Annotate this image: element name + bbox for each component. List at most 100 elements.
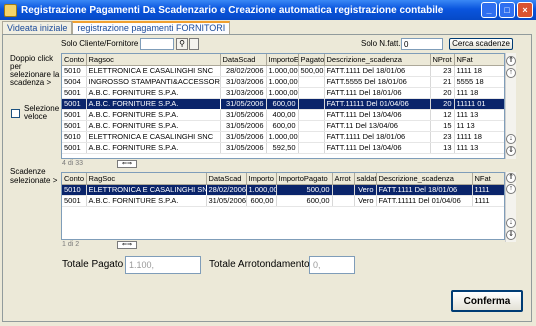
table-cell: 1.000,00 bbox=[266, 131, 299, 143]
column-header[interactable]: DataScad bbox=[220, 54, 267, 66]
column-header[interactable]: NFat bbox=[472, 173, 504, 185]
table-cell: 5555 18 bbox=[454, 76, 504, 88]
minimize-icon[interactable]: _ bbox=[481, 2, 497, 18]
scroll-bottom-icon[interactable]: ⇓ bbox=[506, 230, 516, 240]
table-cell: A.B.C. FORNITURE S.P.A. bbox=[85, 97, 221, 110]
solo-cliente-input[interactable] bbox=[140, 38, 174, 50]
table-cell: 15 bbox=[430, 120, 455, 132]
table-cell bbox=[298, 131, 325, 143]
column-header[interactable]: Conto bbox=[62, 173, 87, 185]
column-header[interactable]: Conto bbox=[62, 54, 87, 66]
table-row[interactable]: 5001 A.B.C. FORNITURE S.P.A. 31/05/2006 400… bbox=[62, 109, 504, 121]
column-header[interactable]: Descrizione_scadenza bbox=[376, 173, 473, 185]
clear-filter-button[interactable] bbox=[189, 38, 199, 50]
totale-arrotondamento-label: Totale Arrotondamento bbox=[209, 259, 310, 270]
column-header[interactable]: ImportoE bbox=[266, 54, 299, 66]
column-header[interactable]: Descrizione_scadenza bbox=[324, 54, 431, 66]
maximize-icon[interactable]: □ bbox=[499, 2, 515, 18]
table-cell: 31/05/2006 bbox=[220, 120, 267, 132]
scroll-up-icon[interactable]: ↑ bbox=[506, 184, 516, 194]
scadenze-grid[interactable]: Conto Ragsoc DataScad ImportoE Pagato Descriz… bbox=[61, 53, 505, 159]
table-cell: 600,00 bbox=[266, 120, 299, 132]
table-row[interactable]: 5001 A.B.C. FORNITURE S.P.A. 31/05/2006 600… bbox=[62, 195, 504, 207]
column-header[interactable]: NProt bbox=[430, 54, 455, 66]
column-header[interactable]: Arrot bbox=[332, 173, 355, 185]
table-cell: 12 bbox=[430, 109, 455, 121]
table-cell: A.B.C. FORNITURE S.P.A. bbox=[86, 195, 207, 207]
table-cell bbox=[298, 120, 325, 132]
table-cell: 31/05/2006 bbox=[220, 131, 267, 143]
cerca-scadenze-button[interactable]: Cerca scadenze bbox=[449, 38, 513, 50]
column-header[interactable]: Importo bbox=[246, 173, 277, 185]
table-row[interactable]: 5001 A.B.C. FORNITURE S.P.A. 31/03/2006 1.0… bbox=[62, 87, 504, 99]
totale-arrotondamento-field[interactable]: 0, bbox=[309, 256, 355, 274]
conferma-button[interactable]: Conferma bbox=[451, 290, 523, 312]
column-header[interactable]: Ragsoc bbox=[86, 54, 221, 66]
tab-videata-iniziale[interactable]: Videata iniziale bbox=[2, 21, 73, 35]
table-cell: 13 bbox=[430, 142, 455, 154]
table-cell: 1111 bbox=[472, 184, 504, 196]
column-header[interactable]: RagSoc bbox=[86, 173, 207, 185]
totale-pagato-field[interactable]: 1.100, bbox=[125, 256, 201, 274]
table-cell: 5010 bbox=[62, 184, 87, 196]
table-row[interactable]: 5001 A.B.C. FORNITURE S.P.A. 31/05/2006 600… bbox=[62, 97, 504, 110]
scroll-up-icon[interactable]: ↑ bbox=[506, 68, 516, 78]
tab-registrazione-pagamenti[interactable]: registrazione pagamenti FORNITORI bbox=[72, 21, 231, 35]
table-cell: 400,00 bbox=[266, 109, 299, 121]
scroll-down-icon[interactable]: ↓ bbox=[506, 218, 516, 228]
solo-nfatt-label: Solo N.fatt. bbox=[361, 39, 401, 48]
table-cell: 1.000,00 bbox=[266, 87, 299, 99]
column-header[interactable]: Pagato bbox=[298, 54, 325, 66]
scroll-bottom-icon[interactable]: ⇓ bbox=[506, 146, 516, 156]
solo-nfatt-input[interactable]: 0 bbox=[401, 38, 443, 50]
table-cell: FATT.11111 Del 01/04/06 bbox=[376, 195, 473, 207]
column-header[interactable]: saldata bbox=[354, 173, 377, 185]
table-cell: 5004 bbox=[62, 76, 87, 88]
table-cell bbox=[332, 195, 355, 207]
close-icon[interactable]: × bbox=[517, 2, 533, 18]
table-cell: FATT.111 Del 18/01/06 bbox=[324, 87, 431, 99]
table-cell bbox=[298, 109, 325, 121]
grid1-record-counter: 4 di 33 bbox=[62, 160, 84, 167]
column-header[interactable]: NFat bbox=[454, 54, 504, 66]
table-cell: 1111 18 bbox=[454, 131, 504, 143]
table-cell: 23 bbox=[430, 65, 455, 77]
scroll-top-icon[interactable]: ⇑ bbox=[506, 173, 516, 183]
table-cell bbox=[298, 87, 325, 99]
app-icon bbox=[4, 3, 17, 17]
table-cell: 1.000,00 bbox=[246, 184, 277, 196]
table-row[interactable]: 5004INGROSSO STAMPANTI&ACCESSORI S.R.L31… bbox=[62, 76, 504, 88]
binoculars-icon[interactable]: ⚲ bbox=[176, 38, 188, 50]
selezionate-scrollbar[interactable]: ⇑ ↑ ↓ ⇓ bbox=[505, 172, 516, 242]
selezionate-grid[interactable]: Conto RagSoc DataScad Importo ImportoPagato A… bbox=[61, 172, 505, 240]
grid2-record-counter: 1 di 2 bbox=[62, 241, 80, 248]
table-cell: FATT.11 Del 13/04/06 bbox=[324, 120, 431, 132]
table-cell: 31/05/2006 bbox=[220, 98, 267, 110]
table-row[interactable]: 5001 A.B.C. FORNITURE S.P.A. 31/05/2006 600… bbox=[62, 120, 504, 132]
table-cell: A.B.C. FORNITURE S.P.A. bbox=[86, 120, 221, 132]
scadenze-scrollbar[interactable]: ⇑ ↑ ↓ ⇓ bbox=[505, 53, 516, 159]
totale-pagato-label: Totale Pagato bbox=[62, 259, 124, 270]
table-cell: FATT.111 Del 13/04/06 bbox=[324, 109, 431, 121]
table-cell bbox=[332, 184, 355, 196]
column-header[interactable]: ImportoPagato bbox=[276, 173, 333, 185]
scroll-top-icon[interactable]: ⇑ bbox=[506, 56, 516, 66]
grid2-hscroll-icon[interactable]: ⇐⇒ bbox=[117, 241, 137, 249]
table-row[interactable]: 5001 A.B.C. FORNITURE S.P.A. 31/05/2006 592… bbox=[62, 142, 504, 154]
table-row[interactable]: 5010 ELETTRONICA E CASALINGHI SNC 28/02/20… bbox=[62, 65, 504, 77]
table-cell: 31/05/2006 bbox=[206, 195, 247, 207]
table-cell: FATT.1111 Del 18/01/06 bbox=[324, 65, 431, 77]
grid1-hscroll-icon[interactable]: ⇐⇒ bbox=[117, 160, 137, 168]
table-cell: 600,00 bbox=[246, 195, 277, 207]
scroll-down-icon[interactable]: ↓ bbox=[506, 134, 516, 144]
tab-panel: Solo Cliente/Fornitore ⚲ Solo N.fatt. 0 … bbox=[2, 34, 532, 322]
table-cell: 31/05/2006 bbox=[220, 109, 267, 121]
table-cell: Vero bbox=[354, 184, 377, 196]
table-cell: FATT.1111 Del 18/01/06 bbox=[376, 184, 473, 196]
selezione-veloce-checkbox[interactable] bbox=[11, 109, 20, 118]
table-row[interactable]: 5010 ELETTRONICA E CASALINGHI SNC 31/05/20… bbox=[62, 131, 504, 143]
table-cell: 28/02/2006 bbox=[220, 65, 267, 77]
table-cell bbox=[298, 98, 325, 110]
table-row[interactable]: 5010 ELETTRONICA E CASALINGHI SNC 28/02/20… bbox=[62, 183, 504, 196]
column-header[interactable]: DataScad bbox=[206, 173, 247, 185]
